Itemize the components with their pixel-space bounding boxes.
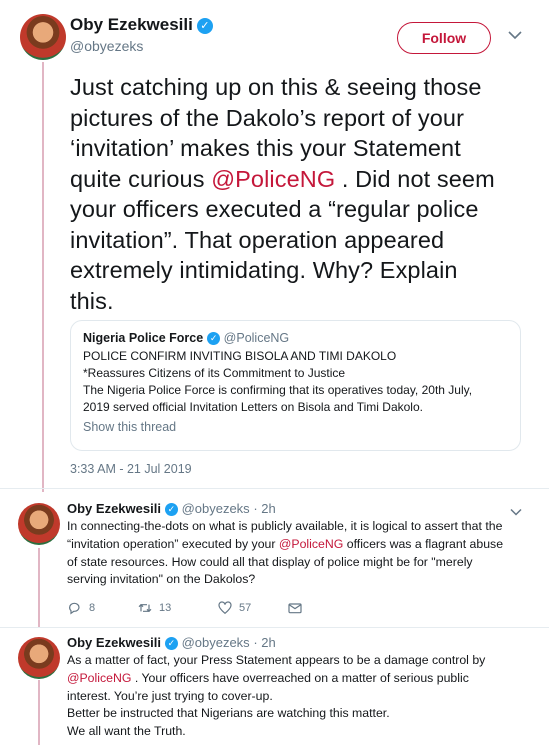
verified-badge-icon: ✓ [164, 637, 178, 650]
quote-author-handle: @PoliceNG [223, 331, 290, 345]
reply-header: Oby Ezekwesili ✓ @obyezeks · 2h [67, 635, 276, 650]
retweet-action[interactable]: 13 [137, 600, 171, 616]
quoted-tweet[interactable]: Nigeria Police Force ✓ @PoliceNG POLICE C… [70, 320, 521, 451]
like-action[interactable]: 57 [217, 600, 251, 616]
show-thread-link[interactable]: Show this thread [83, 420, 508, 434]
divider [0, 627, 549, 628]
quote-text-line: 2019 served official Invitation Letters … [83, 400, 423, 414]
thread-line-top [42, 62, 44, 492]
chevron-down-icon[interactable] [510, 504, 522, 519]
verified-badge-icon: ✓ [196, 18, 213, 34]
thread-line-bottom [38, 680, 40, 745]
retweet-count: 13 [159, 602, 172, 614]
envelope-icon [288, 603, 302, 614]
like-count: 57 [239, 602, 252, 614]
reply-text: In connecting-the-dots on what is public… [67, 519, 504, 587]
divider [0, 488, 549, 489]
avatar[interactable] [18, 503, 60, 545]
heart-icon [218, 601, 232, 615]
follow-button[interactable]: Follow [397, 22, 491, 54]
tweet-text: Just catching up on this & seeing those … [70, 74, 495, 314]
chevron-down-icon[interactable] [508, 28, 522, 43]
verified-badge-icon: ✓ [207, 332, 221, 345]
quote-text-line: *Reassures Citizens of its Commitment to… [83, 366, 346, 380]
tweet-timestamp[interactable]: 3:33 AM - 21 Jul 2019 [70, 462, 192, 476]
mention-link[interactable]: @PoliceNG [211, 166, 335, 192]
reply-header: Oby Ezekwesili ✓ @obyezeks · 2h [67, 501, 276, 516]
direct-message-action[interactable] [287, 600, 303, 616]
retweet-icon [138, 603, 152, 613]
avatar[interactable] [20, 14, 66, 60]
avatar[interactable] [18, 637, 60, 679]
reply-action[interactable]: 8 [67, 600, 95, 616]
tweet-actions: 8 13 57 [67, 600, 317, 618]
reply-icon [69, 602, 80, 615]
quote-author-name: Nigeria Police Force [83, 331, 204, 345]
verified-badge-icon: ✓ [164, 503, 178, 516]
mention-link[interactable]: @PoliceNG [67, 671, 131, 685]
reply-text: As a matter of fact, your Press Statemen… [67, 653, 486, 739]
quote-text-line: The Nigeria Police Force is confirming t… [83, 383, 473, 397]
quote-text-line: POLICE CONFIRM INVITING BISOLA AND TIMI … [83, 349, 397, 363]
thread-line-middle [38, 548, 40, 628]
reply-count: 8 [89, 602, 96, 614]
mention-link[interactable]: @PoliceNG [279, 537, 343, 551]
author-name[interactable]: Oby Ezekwesili ✓ [70, 15, 213, 35]
author-handle[interactable]: @obyezeks [70, 38, 143, 54]
